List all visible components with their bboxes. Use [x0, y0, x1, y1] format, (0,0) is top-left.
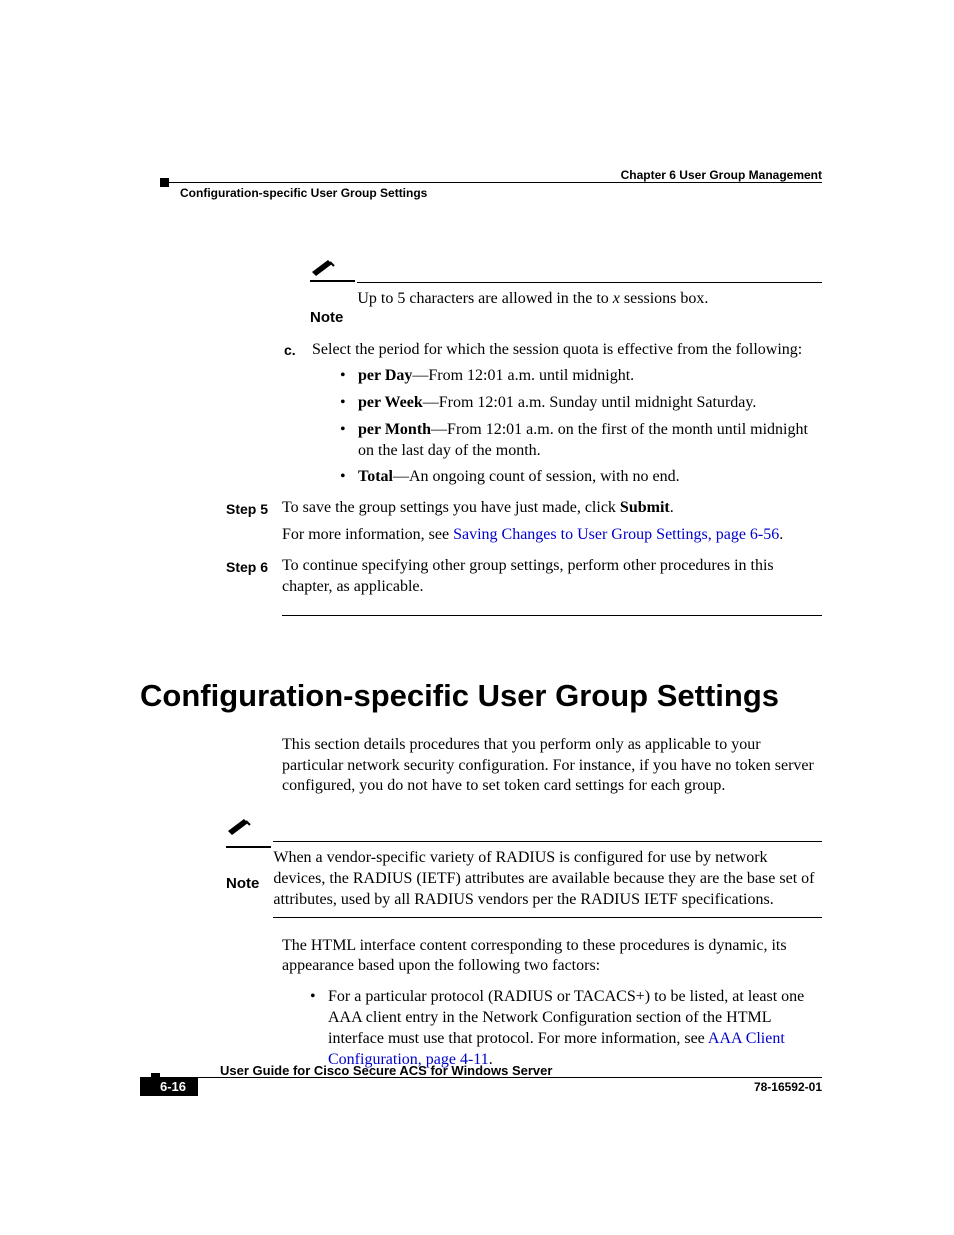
header-section: Configuration-specific User Group Settin…: [180, 186, 427, 200]
step-label: Step 6: [140, 556, 282, 598]
step-label: Step 5: [140, 498, 282, 546]
page: Chapter 6 User Group Management Configur…: [0, 0, 954, 1235]
option-rest: —From 12:01 a.m. Sunday until midnight S…: [423, 394, 757, 411]
pencil-icon: [310, 258, 355, 282]
chapter-label: Chapter 6 User Group Management: [621, 168, 822, 182]
paragraph-2: The HTML interface content corresponding…: [282, 936, 822, 978]
note-text-var: x: [613, 290, 620, 307]
header-rule: [168, 182, 822, 183]
doc-number: 78-16592-01: [754, 1080, 822, 1094]
option-bold: per Month: [358, 421, 431, 438]
step-content: To continue specifying other group setti…: [282, 556, 822, 598]
option-bold: Total: [358, 468, 393, 485]
t: To save the group settings you have just…: [282, 499, 620, 516]
note-text: Up to 5 characters are allowed in the to…: [357, 282, 822, 310]
substep-lead: Select the period for which the session …: [312, 340, 822, 361]
footer-guide-title: User Guide for Cisco Secure ACS for Wind…: [220, 1063, 552, 1078]
note-bottom-rule: [273, 917, 822, 918]
footer-rule: [160, 1077, 822, 1078]
intro-paragraph: This section details procedures that you…: [282, 735, 822, 797]
note-text-col: Up to 5 characters are allowed in the to…: [357, 256, 822, 310]
note-left: Note: [310, 256, 357, 328]
submit-bold: Submit: [620, 499, 670, 516]
t: .: [670, 499, 674, 516]
substep-content: Select the period for which the session …: [312, 340, 822, 361]
note-label: Note: [226, 848, 273, 894]
section-end-rule: [282, 615, 822, 616]
note-block: Note Up to 5 characters are allowed in t…: [310, 256, 822, 328]
substep-label: c.: [140, 340, 312, 361]
section-heading: Configuration-specific User Group Settin…: [140, 676, 822, 716]
option-rest: —From 12:01 a.m. until midnight.: [412, 367, 634, 384]
note-text-pre: Up to 5 characters are allowed in the to: [357, 290, 612, 307]
substep-c: c. Select the period for which the sessi…: [140, 340, 822, 361]
option-per-day: per Day—From 12:01 a.m. until midnight.: [340, 366, 822, 387]
note-label: Note: [310, 282, 357, 328]
pencil-icon: [226, 817, 271, 848]
page-number: 6-16: [140, 1077, 198, 1096]
note-left: Note: [226, 815, 273, 893]
t: .: [779, 526, 783, 543]
option-bold: per Week: [358, 394, 423, 411]
header-marker: [160, 178, 169, 187]
option-per-month: per Month—From 12:01 a.m. on the first o…: [340, 420, 822, 462]
step5-line1: To save the group settings you have just…: [282, 498, 822, 519]
option-total: Total—An ongoing count of session, with …: [340, 467, 822, 488]
period-options: per Day—From 12:01 a.m. until midnight. …: [282, 366, 822, 488]
note-block-2: Note When a vendor-specific variety of R…: [226, 815, 822, 917]
note-text-col: When a vendor-specific variety of RADIUS…: [273, 815, 822, 917]
t: For more information, see: [282, 526, 453, 543]
link-saving-changes[interactable]: Saving Changes to User Group Settings, p…: [453, 526, 779, 543]
step-content: To save the group settings you have just…: [282, 498, 822, 546]
option-rest: —An ongoing count of session, with no en…: [393, 468, 680, 485]
step-5: Step 5 To save the group settings you ha…: [140, 498, 822, 546]
step-6: Step 6 To continue specifying other grou…: [140, 556, 822, 598]
factor-1: For a particular protocol (RADIUS or TAC…: [310, 987, 822, 1070]
option-bold: per Day: [358, 367, 412, 384]
note-text: When a vendor-specific variety of RADIUS…: [273, 841, 822, 910]
body-content: Note Up to 5 characters are allowed in t…: [140, 256, 822, 1076]
step5-line2: For more information, see Saving Changes…: [282, 525, 822, 546]
option-per-week: per Week—From 12:01 a.m. Sunday until mi…: [340, 393, 822, 414]
note-text-post: sessions box.: [620, 290, 708, 307]
factors-list: For a particular protocol (RADIUS or TAC…: [282, 987, 822, 1070]
